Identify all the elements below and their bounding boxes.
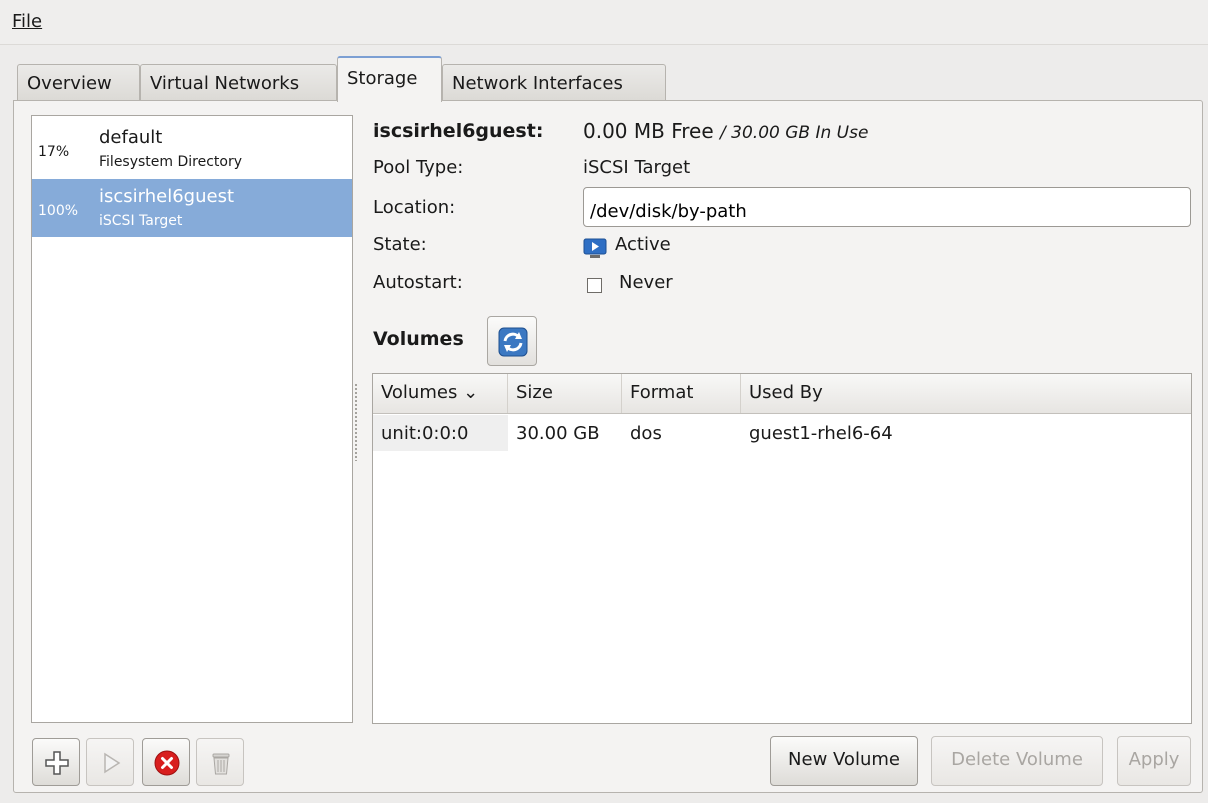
pool-free-value: 0.00 MB Free bbox=[583, 119, 714, 143]
new-volume-label: New Volume bbox=[788, 749, 900, 770]
pool-in-use: / 30.00 GB In Use bbox=[720, 123, 869, 143]
menu-file[interactable]: File bbox=[12, 11, 42, 32]
state-value: Active bbox=[615, 234, 671, 255]
cell-volume-format: dos bbox=[630, 423, 662, 444]
add-pool-button[interactable] bbox=[32, 738, 80, 786]
plus-icon bbox=[45, 751, 69, 775]
refresh-icon bbox=[498, 327, 528, 357]
delete-volume-button[interactable]: Delete Volume bbox=[931, 736, 1103, 786]
new-volume-button[interactable]: New Volume bbox=[770, 736, 918, 786]
tab-network-interfaces[interactable]: Network Interfaces bbox=[442, 64, 666, 100]
autostart-value: Never bbox=[619, 272, 673, 293]
cell-volume-size: 30.00 GB bbox=[516, 423, 600, 444]
refresh-volumes-button[interactable] bbox=[487, 316, 537, 366]
pool-type-value: iSCSI Target bbox=[583, 157, 691, 178]
cell-volume-name: unit:0:0:0 bbox=[373, 415, 508, 451]
stop-icon bbox=[154, 750, 180, 776]
column-header-label: Used By bbox=[749, 382, 823, 403]
column-header-volumes[interactable]: Volumes ⌄ bbox=[373, 374, 508, 413]
tab-overview[interactable]: Overview bbox=[17, 64, 140, 100]
tab-virtual-networks-label: Virtual Networks bbox=[150, 73, 300, 94]
autostart-label-text: Autostart: bbox=[373, 272, 463, 293]
column-header-label: Size bbox=[516, 382, 553, 403]
tab-storage[interactable]: Storage bbox=[337, 56, 442, 102]
menu-bar: File bbox=[0, 0, 1208, 45]
cell-volume-used-by: guest1-rhel6-64 bbox=[749, 423, 893, 444]
pool-type-label: Pool Type: bbox=[373, 157, 464, 178]
pool-name: iscsirhel6guest bbox=[99, 186, 235, 207]
autostart-checkbox[interactable] bbox=[587, 278, 602, 293]
pool-name: default bbox=[99, 127, 163, 148]
storage-pool-list: 17% default Filesystem Directory 100% is… bbox=[31, 115, 353, 723]
apply-button[interactable]: Apply bbox=[1117, 736, 1191, 786]
column-header-used-by[interactable]: Used By bbox=[741, 374, 1191, 413]
autostart-label: Autostart: bbox=[373, 272, 463, 293]
state-active-icon bbox=[583, 236, 607, 260]
pane-resize-handle[interactable] bbox=[354, 383, 358, 461]
tab-virtual-networks[interactable]: Virtual Networks bbox=[140, 64, 337, 100]
apply-label: Apply bbox=[1128, 749, 1180, 770]
column-header-label: Volumes bbox=[381, 382, 458, 403]
volumes-table: Volumes ⌄ Size Format Used By unit:0:0:0… bbox=[372, 373, 1192, 724]
state-label: State: bbox=[373, 234, 427, 255]
column-header-format[interactable]: Format bbox=[622, 374, 741, 413]
pool-free-space: 0.00 MB Free / 30.00 GB In Use bbox=[583, 119, 868, 143]
sort-chevron-down-icon: ⌄ bbox=[463, 382, 479, 403]
pool-row-default[interactable]: 17% default Filesystem Directory bbox=[32, 120, 352, 178]
column-header-size[interactable]: Size bbox=[508, 374, 622, 413]
pool-usage-percent: 100% bbox=[38, 203, 79, 219]
volumes-heading: Volumes bbox=[373, 328, 464, 350]
pool-type: Filesystem Directory bbox=[99, 154, 243, 170]
tab-overview-label: Overview bbox=[27, 73, 112, 94]
play-icon bbox=[104, 752, 121, 774]
location-field[interactable] bbox=[583, 187, 1191, 227]
location-label: Location: bbox=[373, 197, 456, 218]
trash-icon bbox=[212, 753, 230, 775]
start-pool-button[interactable] bbox=[86, 738, 134, 786]
pool-type: iSCSI Target bbox=[99, 213, 183, 229]
column-header-label: Format bbox=[630, 382, 694, 403]
volumes-table-header: Volumes ⌄ Size Format Used By bbox=[373, 374, 1191, 414]
pool-row-iscsirhel6guest[interactable]: 100% iscsirhel6guest iSCSI Target bbox=[32, 179, 352, 237]
stop-pool-button[interactable] bbox=[142, 738, 190, 786]
delete-volume-label: Delete Volume bbox=[951, 749, 1083, 770]
pool-title-name: iscsirhel6guest: bbox=[373, 120, 544, 142]
tab-network-interfaces-label: Network Interfaces bbox=[452, 73, 623, 94]
tab-storage-label: Storage bbox=[347, 68, 418, 89]
menu-file-label: File bbox=[12, 11, 43, 32]
pool-usage-percent: 17% bbox=[38, 144, 70, 160]
delete-pool-button[interactable] bbox=[196, 738, 244, 786]
